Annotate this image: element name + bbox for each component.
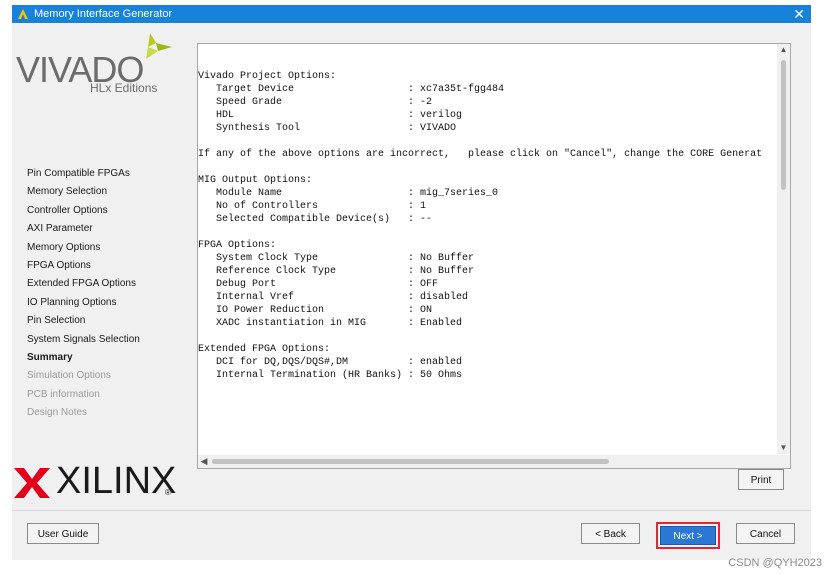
summary-text: Vivado Project Options: Target Device : … xyxy=(198,71,763,381)
wizard-step-pcb-information: PCB information xyxy=(27,388,100,400)
scroll-up-icon[interactable]: ▲ xyxy=(777,44,790,56)
wizard-step-simulation-options: Simulation Options xyxy=(27,370,111,382)
wizard-step-summary[interactable]: Summary xyxy=(27,349,197,367)
window-title: Memory Interface Generator xyxy=(34,8,173,20)
wizard-step-system-signals-selection[interactable]: System Signals Selection xyxy=(27,331,197,349)
wizard-step-axi-parameter[interactable]: AXI Parameter xyxy=(27,220,197,238)
mig-dialog: Memory Interface Generator ✕ VIVADO HLx … xyxy=(12,5,811,560)
xilinx-x-icon xyxy=(14,468,50,498)
summary-panel: Vivado Project Options: Target Device : … xyxy=(197,43,791,469)
wizard-step-pin-compatible-fpgas[interactable]: Pin Compatible FPGAs xyxy=(27,165,197,183)
wizard-step-list: Pin Compatible FPGAs Memory Selection Cont… xyxy=(27,165,197,423)
wizard-step-design-notes: Design Notes xyxy=(27,407,88,419)
footer-divider xyxy=(12,510,811,511)
title-bar: Memory Interface Generator ✕ xyxy=(12,5,811,23)
vivado-app-icon xyxy=(18,9,28,19)
horizontal-scroll-thumb[interactable] xyxy=(212,459,609,464)
vertical-scroll-thumb[interactable] xyxy=(781,60,786,190)
wizard-step-extended-fpga-options[interactable]: Extended FPGA Options xyxy=(27,275,197,293)
wizard-step-memory-options[interactable]: Memory Options xyxy=(27,239,197,257)
xilinx-wordmark: XILINX xyxy=(56,460,177,502)
next-button[interactable]: Next > xyxy=(660,526,716,545)
wizard-step-pin-selection[interactable]: Pin Selection xyxy=(27,312,197,330)
wizard-step-controller-options[interactable]: Controller Options xyxy=(27,202,197,220)
summary-text-area[interactable]: Vivado Project Options: Target Device : … xyxy=(198,44,776,454)
print-button[interactable]: Print xyxy=(738,469,784,490)
scroll-left-icon[interactable]: ◀ xyxy=(198,455,210,468)
registered-mark: ® xyxy=(165,488,171,497)
vertical-scrollbar[interactable]: ▲ ▼ xyxy=(777,44,790,454)
vivado-leaf-icon xyxy=(146,33,172,59)
next-button-highlight: Next > xyxy=(656,522,720,549)
wizard-step-io-planning-options[interactable]: IO Planning Options xyxy=(27,294,197,312)
scroll-down-icon[interactable]: ▼ xyxy=(777,442,790,454)
user-guide-button[interactable]: User Guide xyxy=(27,523,99,544)
watermark: CSDN @QYH2023 xyxy=(728,557,822,569)
horizontal-scrollbar[interactable]: ◀ xyxy=(198,455,790,468)
cancel-button[interactable]: Cancel xyxy=(736,523,795,544)
wizard-step-fpga-options[interactable]: FPGA Options xyxy=(27,257,197,275)
wizard-step-memory-selection[interactable]: Memory Selection xyxy=(27,183,197,201)
close-icon[interactable]: ✕ xyxy=(793,5,805,23)
back-button[interactable]: < Back xyxy=(581,523,640,544)
vivado-edition-label: HLx Editions xyxy=(90,81,158,95)
